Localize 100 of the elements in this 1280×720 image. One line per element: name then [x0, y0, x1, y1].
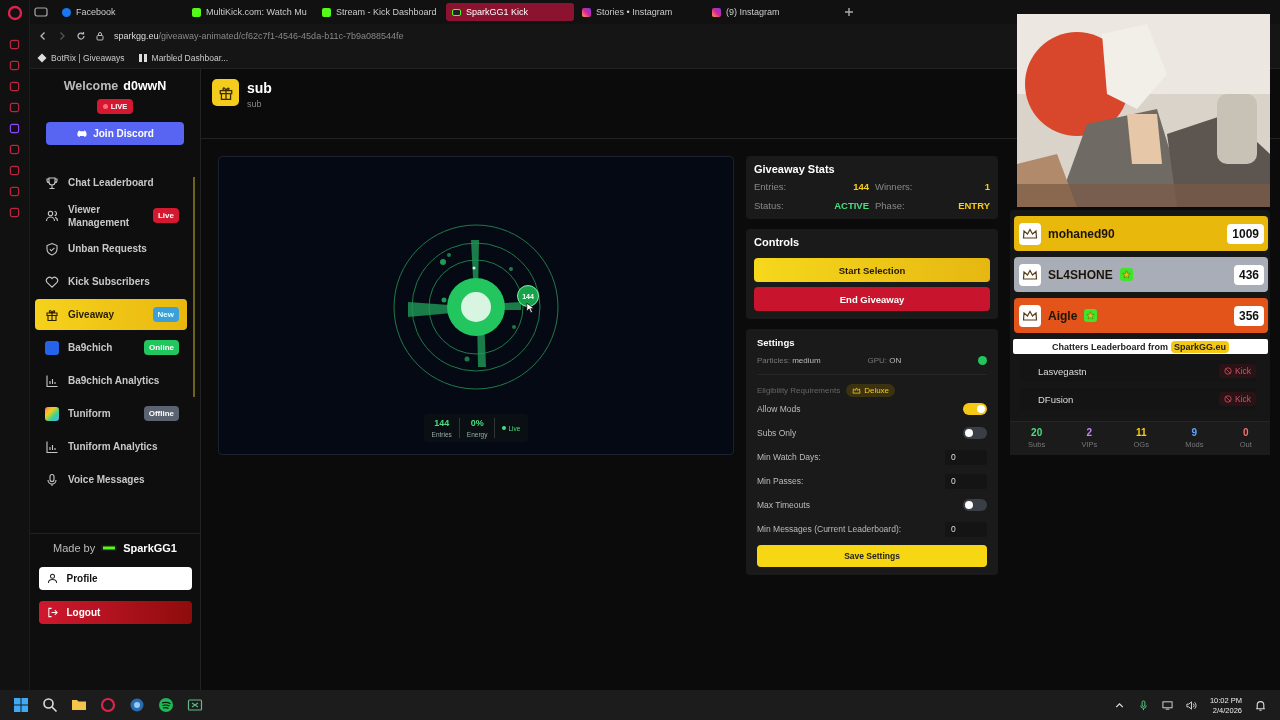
stat-value: 1: [984, 181, 990, 192]
browser-logo-icon[interactable]: [6, 5, 23, 21]
option-label: Allow Mods: [757, 404, 801, 414]
browser-tab[interactable]: MultiKick.com: Watch Mu: [186, 3, 314, 21]
sidebar-app-icon[interactable]: [9, 123, 20, 134]
sidebar-app-icon[interactable]: [9, 102, 20, 113]
music-app-icon[interactable]: [158, 697, 174, 713]
mic-icon: [45, 472, 59, 487]
status-badge: Offline: [143, 406, 179, 421]
nav-item[interactable]: Viewer Management Live: [35, 200, 187, 231]
browser-tab[interactable]: Stream - Kick Dashboard: [316, 3, 444, 21]
control-button[interactable]: End Giveaway: [754, 287, 990, 311]
status-badge: New: [152, 307, 179, 322]
trophy-icon: [45, 175, 59, 190]
stat-value: ACTIVE: [834, 200, 869, 211]
tab-strip-icon[interactable]: [34, 7, 48, 17]
chart-icon: [45, 373, 59, 388]
browser-icon[interactable]: [100, 697, 116, 713]
stat-value: 144: [434, 418, 450, 428]
giveaway-subtitle: sub: [247, 99, 263, 109]
kick-logo-icon: [101, 545, 118, 551]
toggle-switch[interactable]: [963, 427, 987, 439]
card-title: Settings: [757, 337, 796, 348]
bookmark[interactable]: Marbled Dashboar...: [138, 53, 229, 63]
nav-item[interactable]: Chat Leaderboard: [35, 167, 187, 198]
option-label: Max Timeouts: [757, 500, 810, 510]
ban-icon: [1223, 395, 1232, 403]
browser-tab[interactable]: Facebook: [56, 3, 184, 21]
nav-item[interactable]: Voice Messages: [35, 464, 187, 495]
status-badge: Live: [153, 208, 179, 223]
card-title: Controls: [754, 236, 801, 248]
bookmark[interactable]: BotRix | Giveaways: [38, 53, 125, 63]
sidebar-app-icon[interactable]: [9, 165, 20, 176]
address-field[interactable]: sparkgg.eu/giveaway-animated/cf62c7f1-4546-45da-b11c-7b9a088544fe: [114, 31, 404, 41]
count-value: 0: [1243, 427, 1249, 438]
shield-icon: [45, 241, 59, 256]
option-label: Min Messages (Current Leaderboard):: [757, 524, 902, 534]
toggle-switch[interactable]: [963, 499, 987, 511]
status-badge: Online: [144, 340, 179, 355]
nav-item[interactable]: Unban Requests: [35, 233, 187, 264]
nav-item[interactable]: Kick Subscribers: [35, 266, 187, 297]
sidebar-app-icon[interactable]: [9, 39, 20, 50]
welcome-label: Welcome: [63, 79, 119, 93]
folder-icon[interactable]: [71, 697, 87, 713]
number-field[interactable]: 0: [945, 521, 987, 537]
terminal-icon[interactable]: [187, 697, 203, 713]
sidebar-app-icon[interactable]: [9, 60, 20, 71]
reload-icon[interactable]: [76, 31, 86, 41]
card-title: Giveaway Stats: [754, 163, 836, 175]
join-discord-button[interactable]: Join Discord: [46, 122, 184, 145]
nav-item[interactable]: Tuniform Offline: [35, 398, 187, 429]
app-icon: [45, 406, 59, 421]
crown-icon: [1019, 304, 1041, 327]
sidebar-app-icon[interactable]: [9, 207, 20, 218]
number-field[interactable]: 0: [945, 449, 987, 465]
speaker-icon[interactable]: [1185, 699, 1197, 711]
profile-button[interactable]: Profile: [38, 567, 192, 590]
app-icon[interactable]: [129, 697, 145, 713]
nav-item[interactable]: Giveaway New: [35, 299, 187, 330]
notification-icon[interactable]: [1255, 699, 1266, 711]
gift-icon: [45, 307, 59, 322]
favicon-icon: [62, 7, 71, 17]
favicon-icon: [582, 7, 591, 17]
sidebar-app-icon[interactable]: [9, 81, 20, 92]
nav-item[interactable]: Ba9chich Online: [35, 332, 187, 363]
chatter-name: Aigle: [1048, 308, 1078, 323]
browser-tab[interactable]: Stories • Instagram: [576, 3, 704, 21]
gift-icon: [212, 79, 239, 106]
display-icon[interactable]: [1161, 699, 1173, 711]
users-icon: [45, 208, 59, 223]
number-field[interactable]: 0: [945, 473, 987, 489]
brand-tag: SparkGG.eu: [1171, 340, 1230, 353]
gpu-setting: GPU: ON: [867, 356, 903, 365]
nav-item[interactable]: Ba9chich Analytics: [35, 365, 187, 396]
microphone-icon[interactable]: [1137, 699, 1149, 711]
stat-label: Entries:: [754, 181, 787, 192]
toggle-switch[interactable]: [963, 403, 987, 415]
browser-tab[interactable]: SparkGG1 Kick: [446, 3, 574, 21]
stat-value: ENTRY: [958, 200, 990, 211]
control-button[interactable]: Start Selection: [754, 258, 990, 282]
cursor-icon: [526, 302, 534, 314]
search-icon[interactable]: [42, 697, 58, 713]
chatter-name: DFusion: [1038, 393, 1074, 405]
sidebar-app-icon[interactable]: [9, 144, 20, 155]
count-value: 11: [1135, 427, 1147, 438]
kick-button[interactable]: Kick: [1218, 364, 1256, 378]
back-icon[interactable]: [38, 31, 48, 41]
browser-tab[interactable]: (9) Instagram: [706, 3, 834, 21]
new-tab-icon[interactable]: [844, 7, 854, 17]
score: 356: [1233, 305, 1264, 326]
save-settings-button[interactable]: Save Settings: [757, 545, 987, 567]
kick-button[interactable]: Kick: [1218, 392, 1256, 406]
particles-setting: Particles: medium: [757, 356, 822, 365]
forward-icon[interactable]: [57, 31, 67, 41]
nav-item[interactable]: Tuniform Analytics: [35, 431, 187, 462]
logout-button[interactable]: Logout: [38, 601, 192, 624]
app-icon: [45, 340, 59, 355]
favicon-icon: [452, 8, 461, 16]
sidebar-app-icon[interactable]: [9, 186, 20, 197]
start-icon[interactable]: [13, 697, 29, 713]
